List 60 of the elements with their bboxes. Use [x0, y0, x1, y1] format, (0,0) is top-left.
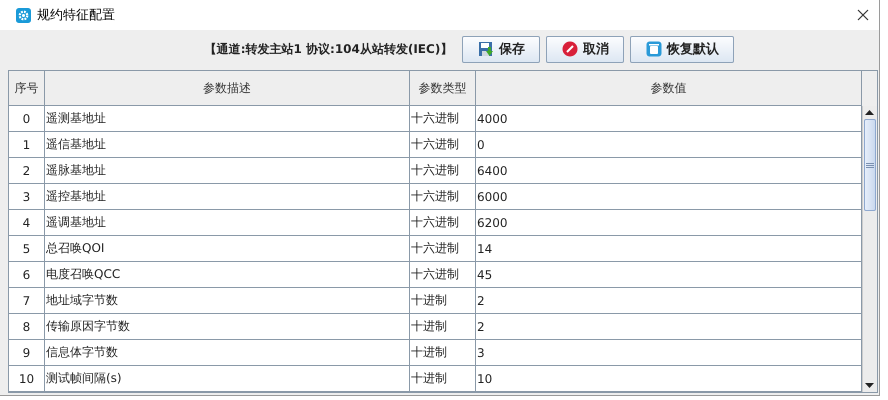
table-cell: 9	[9, 340, 45, 366]
table-cell: 传输原因字节数	[45, 314, 410, 340]
table-cell: 遥调基地址	[45, 210, 410, 236]
table-cell: 十六进制	[410, 106, 476, 132]
table-cell: 0	[9, 106, 45, 132]
table-cell: 6	[9, 262, 45, 288]
table-cell: 6400	[476, 158, 862, 184]
table-cell: 十六进制	[410, 158, 476, 184]
table-cell: 4	[9, 210, 45, 236]
table-cell: 2	[476, 314, 862, 340]
no-entry-icon	[562, 41, 578, 57]
table-cell: 十进制	[410, 288, 476, 314]
table-cell: 信息体字节数	[45, 340, 410, 366]
table-cell: 遥脉基地址	[45, 158, 410, 184]
trash-icon	[646, 41, 662, 57]
reset-button[interactable]: 恢复默认	[630, 36, 734, 62]
table-cell: 十进制	[410, 340, 476, 366]
table-cell: 6000	[476, 184, 862, 210]
table-cell: 10	[9, 366, 45, 392]
scrollbar[interactable]	[862, 106, 877, 392]
table-cell: 1	[9, 132, 45, 158]
table-cell: 7	[9, 288, 45, 314]
table-cell: 十进制	[410, 366, 476, 392]
table-cell: 遥测基地址	[45, 106, 410, 132]
table-cell: 遥控基地址	[45, 184, 410, 210]
table-cell: 遥信基地址	[45, 132, 410, 158]
table-cell: 十六进制	[410, 184, 476, 210]
table-cell: 6200	[476, 210, 862, 236]
window-title: 规约特征配置	[37, 7, 115, 24]
table-cell: 2	[476, 288, 862, 314]
table-cell: 5	[9, 236, 45, 262]
table-cell: 2	[9, 158, 45, 184]
table-cell: 3	[476, 340, 862, 366]
table-cell: 8	[9, 314, 45, 340]
close-icon[interactable]	[857, 9, 869, 21]
table-cell: 十进制	[410, 314, 476, 340]
table-cell: 十六进制	[410, 132, 476, 158]
save-button[interactable]: 保存	[462, 36, 540, 62]
column-header[interactable]: 序号	[9, 71, 45, 106]
cancel-button[interactable]: 取消	[546, 36, 624, 62]
table-cell: 3	[9, 184, 45, 210]
table-cell: 测试帧间隔(s)	[45, 366, 410, 392]
table-cell: 地址域字节数	[45, 288, 410, 314]
table-cell: 十六进制	[410, 262, 476, 288]
table-cell: 总召唤QOI	[45, 236, 410, 262]
scroll-thumb[interactable]	[864, 119, 876, 211]
table-cell: 4000	[476, 106, 862, 132]
gear-icon	[16, 8, 31, 22]
grip-icon	[866, 162, 874, 168]
table-cell: 十六进制	[410, 210, 476, 236]
column-header[interactable]: 参数类型	[410, 71, 476, 106]
table-cell: 10	[476, 366, 862, 392]
table-cell: 0	[476, 132, 862, 158]
column-header[interactable]: 参数描述	[45, 71, 410, 106]
table-cell: 45	[476, 262, 862, 288]
table-cell: 十六进制	[410, 236, 476, 262]
column-header[interactable]: 参数值	[476, 71, 862, 106]
table-cell: 14	[476, 236, 862, 262]
table-cell: 电度召唤QCC	[45, 262, 410, 288]
channel-info: 【通道:转发主站1 协议:104从站转发(IEC)】	[204, 40, 452, 58]
